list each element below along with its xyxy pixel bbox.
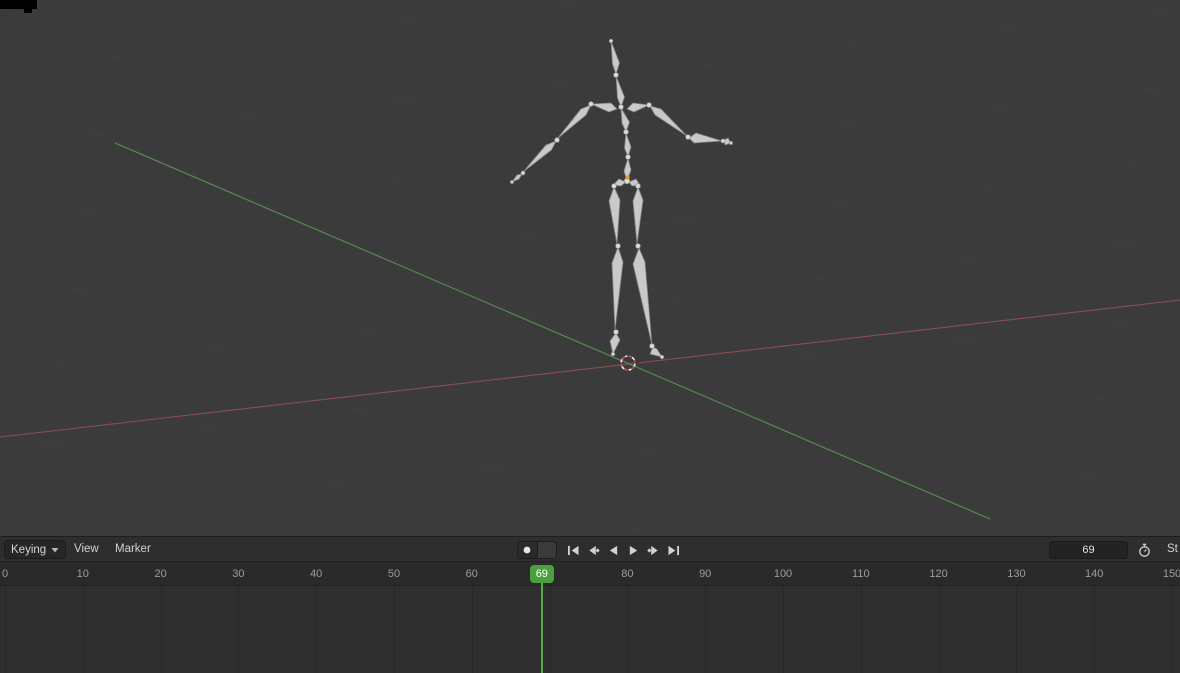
frame-gridline [1094, 586, 1096, 673]
menu-view[interactable]: View [68, 537, 105, 563]
keying-label: Keying [11, 543, 47, 556]
bone [649, 105, 688, 137]
jump-to-start-icon [567, 545, 579, 555]
bone [610, 40, 620, 76]
keying-dropdown[interactable]: Keying [4, 540, 67, 559]
bone [632, 246, 653, 346]
bone [620, 107, 630, 134]
bone [522, 140, 557, 173]
bone [611, 245, 624, 331]
ruler-tick-label: 20 [154, 567, 167, 580]
record-icon [523, 546, 531, 554]
floor-grid [0, 0, 1180, 536]
stopwatch-icon [1138, 543, 1150, 557]
chevron-down-icon [51, 547, 59, 552]
frame-gridline [316, 586, 318, 673]
ruler-tick-label: 140 [1085, 567, 1104, 580]
bone [688, 132, 723, 144]
ruler-tick-label: 10 [76, 567, 89, 580]
bone [556, 104, 592, 140]
play-reverse-icon [609, 545, 617, 555]
frame-gridline [471, 586, 473, 673]
corner-artifact-dot [24, 9, 32, 13]
x-axis-line [0, 299, 1180, 438]
frame-gridline [938, 586, 940, 673]
bone [609, 332, 621, 356]
jump-to-end-icon [667, 545, 679, 555]
play-forward-icon [629, 545, 637, 555]
timeline-ruler[interactable]: 69 0 10 20 30 40 50 60 80 90 100 110 120 130 140 150 [0, 562, 1180, 586]
3d-viewport[interactable] [0, 0, 1180, 536]
frame-gridline [860, 586, 862, 673]
ruler-tick-label: 120 [929, 567, 948, 580]
keying-set-button[interactable] [536, 542, 556, 558]
play-forward-button[interactable] [623, 541, 643, 559]
bone [624, 132, 632, 159]
ruler-tick-label: 110 [852, 567, 870, 580]
viewport-scene [0, 0, 1180, 536]
frame-gridline [394, 586, 395, 673]
armature-bones[interactable] [510, 40, 732, 358]
auto-keying-button[interactable] [518, 542, 537, 558]
play-reverse-button[interactable] [603, 541, 623, 559]
current-frame-badge[interactable]: 69 [529, 565, 554, 583]
timeline-header: Keying View Marker 69 St [0, 536, 1180, 562]
timeline-editor: Keying View Marker 69 St 69 0 10 20 30 4… [0, 536, 1180, 673]
ruler-tick-label: 30 [232, 567, 245, 580]
menu-marker[interactable]: Marker [109, 537, 157, 563]
playback-controls [563, 541, 683, 559]
bone [608, 185, 621, 245]
jump-to-start-button[interactable] [563, 541, 583, 559]
frame-gridline [1172, 586, 1173, 673]
ruler-tick-label: 40 [310, 567, 323, 580]
ruler-tick-label: 60 [465, 567, 478, 580]
timeline-tracks[interactable] [0, 586, 1180, 673]
ruler-tick-label: 90 [699, 567, 712, 580]
playhead-line[interactable] [540, 583, 543, 673]
next-keyframe-icon [646, 545, 658, 555]
next-keyframe-button[interactable] [643, 541, 663, 559]
frame-gridline [783, 586, 784, 673]
ruler-tick-label: 50 [387, 567, 401, 580]
start-field-label: St [1167, 543, 1178, 555]
bone [615, 75, 625, 109]
frame-gridline [627, 586, 629, 673]
current-frame-field[interactable]: 69 [1049, 541, 1128, 559]
ruler-tick-label: 150 [1162, 567, 1180, 580]
bone [590, 102, 618, 113]
ruler-tick-label: 0 [1, 567, 9, 580]
auto-keying-group [517, 541, 557, 559]
corner-artifact [0, 0, 37, 9]
bone [632, 185, 644, 245]
frame-gridline [549, 586, 551, 673]
previous-keyframe-button[interactable] [583, 541, 603, 559]
ruler-tick-label: 130 [1007, 567, 1026, 580]
frame-gridline [160, 586, 162, 673]
selected-bone-point[interactable] [625, 175, 630, 180]
frame-gridline [5, 586, 6, 673]
ruler-tick-label: 80 [621, 567, 634, 580]
frame-gridline [82, 586, 84, 673]
ruler-tick-label: 100 [773, 567, 793, 580]
previous-keyframe-icon [588, 545, 600, 555]
jump-to-end-button[interactable] [663, 541, 683, 559]
frame-gridline [705, 586, 707, 673]
bone [626, 102, 651, 113]
stopwatch-button[interactable] [1135, 541, 1153, 559]
frame-gridline [1016, 586, 1018, 673]
frame-gridline [238, 586, 240, 673]
